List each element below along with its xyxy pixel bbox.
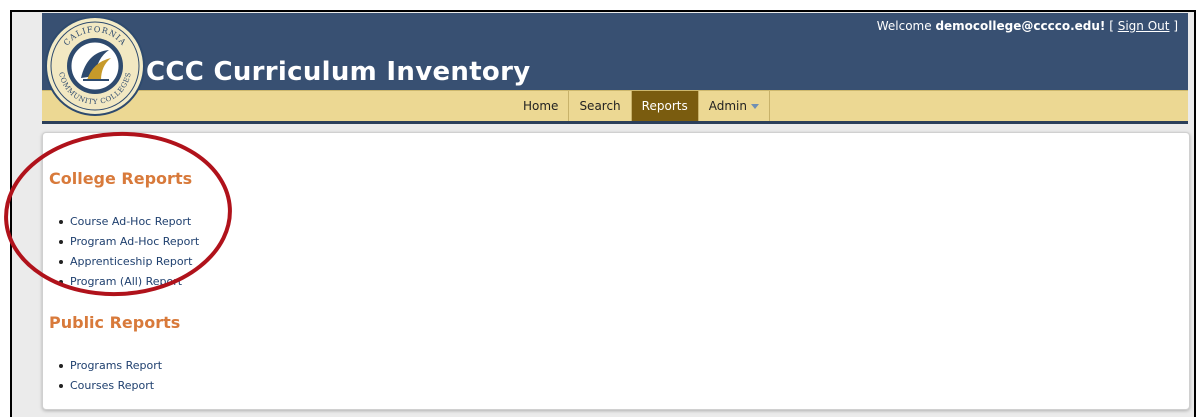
reports-panel: College Reports Course Ad-Hoc Report Pro… xyxy=(42,132,1190,410)
program-all-report-link[interactable]: Program (All) Report xyxy=(70,275,182,288)
bullet-icon xyxy=(59,364,63,368)
main-nav: Home Search Reports Admin xyxy=(512,91,770,121)
sign-out-bracket-open: [ xyxy=(1109,19,1114,33)
list-item: Program Ad-Hoc Report xyxy=(59,232,199,252)
seal-icon: CALIFORNIA COMMUNITY COLLEGES xyxy=(50,21,140,111)
bullet-icon xyxy=(59,240,63,244)
header-divider xyxy=(42,121,1188,124)
college-reports-heading: College Reports xyxy=(49,169,193,188)
sign-out-bracket-close: ] xyxy=(1173,19,1178,33)
programs-report-link[interactable]: Programs Report xyxy=(70,359,162,372)
nav-reports[interactable]: Reports xyxy=(631,91,699,121)
site-header: CALIFORNIA COMMUNITY COLLEGES CCC Curric… xyxy=(42,13,1188,124)
list-item: Courses Report xyxy=(59,376,162,396)
bullet-icon xyxy=(59,220,63,224)
sign-out-link[interactable]: Sign Out xyxy=(1118,19,1170,33)
window-frame: CALIFORNIA COMMUNITY COLLEGES CCC Curric… xyxy=(10,10,1196,417)
bullet-icon xyxy=(59,260,63,264)
nav-search-label: Search xyxy=(579,99,621,113)
welcome-prefix: Welcome xyxy=(876,19,932,33)
college-reports-list: Course Ad-Hoc Report Program Ad-Hoc Repo… xyxy=(59,212,199,292)
page-background: CALIFORNIA COMMUNITY COLLEGES CCC Curric… xyxy=(12,12,1194,417)
list-item: Course Ad-Hoc Report xyxy=(59,212,199,232)
public-reports-heading: Public Reports xyxy=(49,313,181,332)
list-item: Program (All) Report xyxy=(59,272,199,292)
course-adhoc-report-link[interactable]: Course Ad-Hoc Report xyxy=(70,215,191,228)
user-email: democollege@cccco.edu! xyxy=(935,19,1106,33)
nav-reports-label: Reports xyxy=(641,99,688,113)
apprenticeship-report-link[interactable]: Apprenticeship Report xyxy=(70,255,192,268)
nav-admin-label: Admin xyxy=(708,99,747,113)
nav-home[interactable]: Home xyxy=(512,91,570,121)
program-adhoc-report-link[interactable]: Program Ad-Hoc Report xyxy=(70,235,199,248)
nav-search[interactable]: Search xyxy=(569,91,632,121)
chevron-down-icon xyxy=(750,104,759,109)
bullet-icon xyxy=(59,384,63,388)
welcome-message: Welcome democollege@cccco.edu! [ Sign Ou… xyxy=(877,19,1178,33)
courses-report-link[interactable]: Courses Report xyxy=(70,379,154,392)
list-item: Apprenticeship Report xyxy=(59,252,199,272)
public-reports-list: Programs Report Courses Report xyxy=(59,356,162,396)
list-item: Programs Report xyxy=(59,356,162,376)
nav-home-label: Home xyxy=(523,99,559,113)
site-title: CCC Curriculum Inventory xyxy=(146,57,531,87)
nav-admin[interactable]: Admin xyxy=(699,91,770,121)
college-seal-logo[interactable]: CALIFORNIA COMMUNITY COLLEGES xyxy=(45,16,145,116)
bullet-icon xyxy=(59,280,63,284)
